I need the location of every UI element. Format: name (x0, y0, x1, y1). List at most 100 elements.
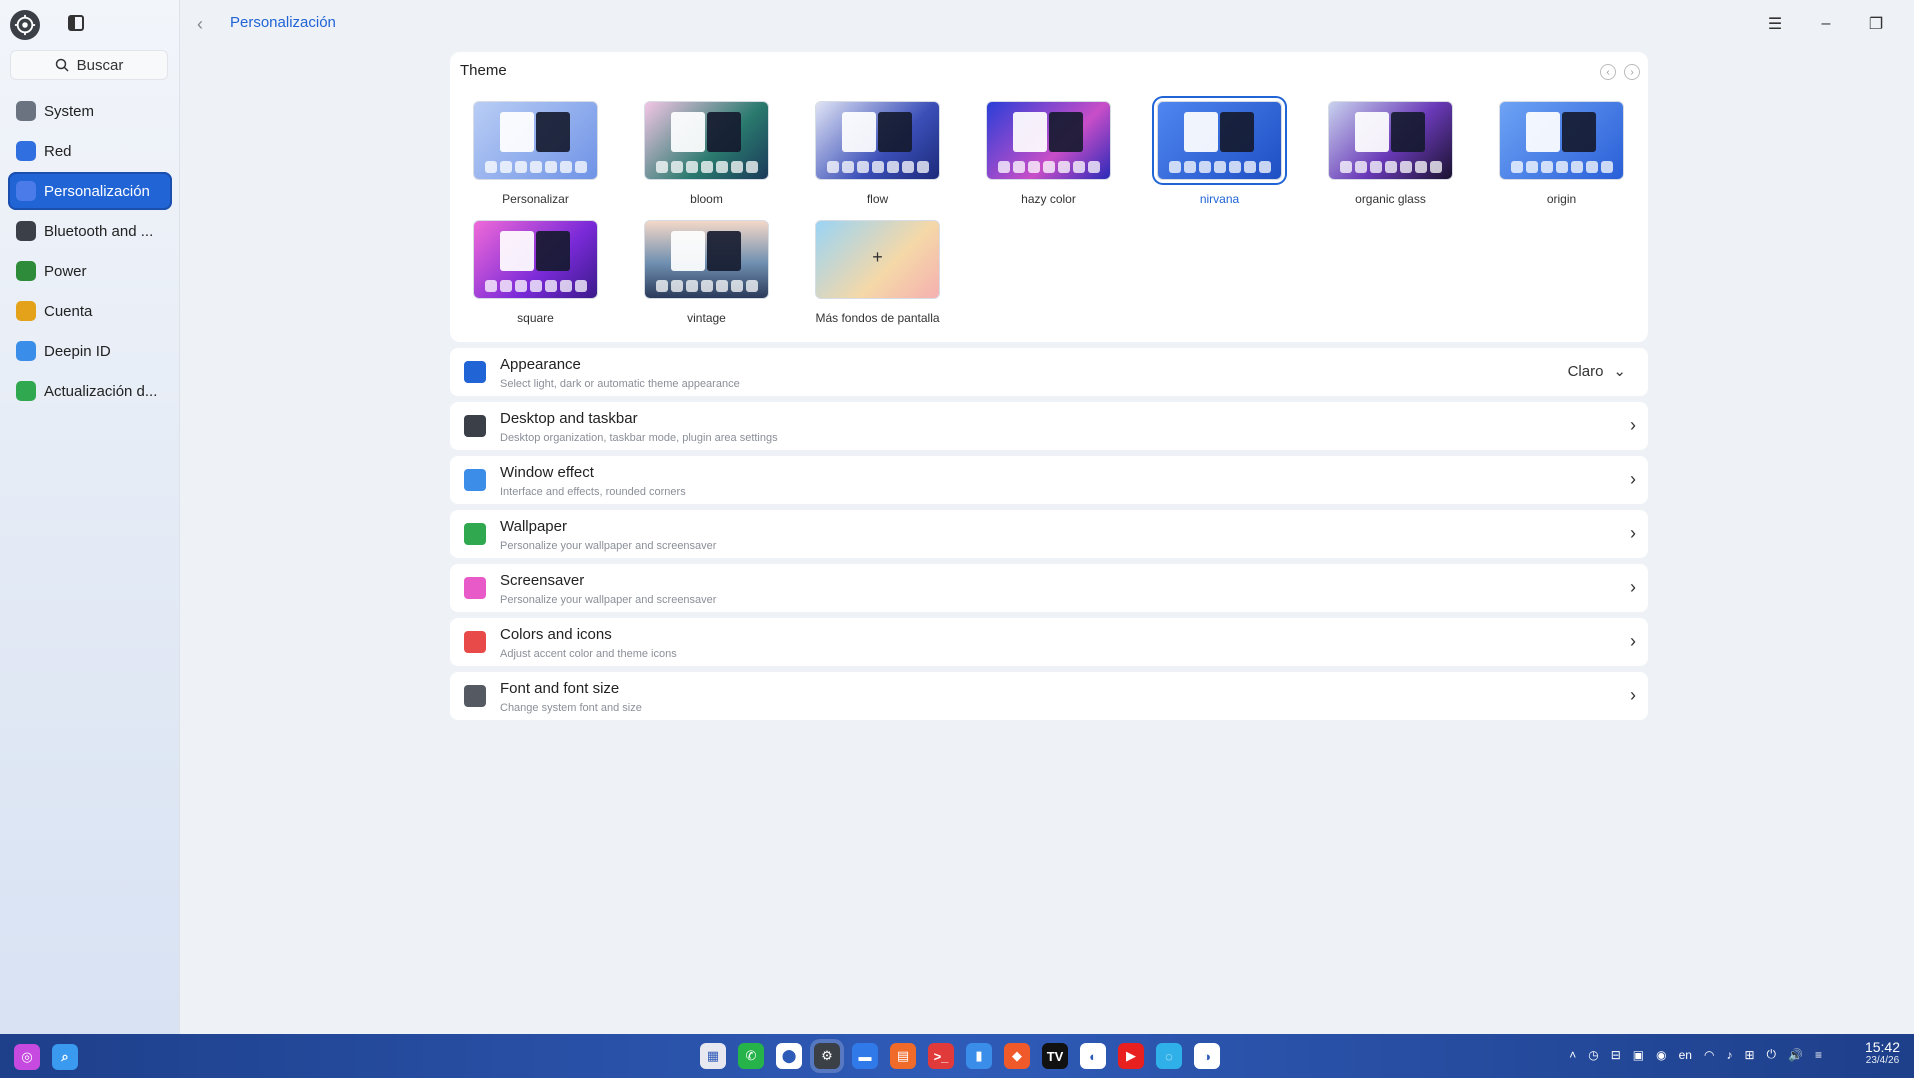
theme-thumbnail[interactable] (1157, 101, 1282, 180)
preview-dock (482, 161, 589, 175)
browser-icon[interactable]: ◐ (1080, 1043, 1106, 1069)
browser2-icon[interactable]: ◑ (1194, 1043, 1220, 1069)
setting-row-font[interactable]: Font and font size Change system font and… (450, 672, 1648, 720)
clock-time: 15:42 (1864, 1039, 1900, 1055)
files-icon[interactable]: ▬ (852, 1043, 878, 1069)
theme-item-4[interactable]: nirvana (1157, 101, 1282, 206)
chevron-right-icon: › (1630, 415, 1636, 435)
setting-subtitle: Adjust accent color and theme icons (500, 648, 677, 660)
youtube-icon[interactable]: ▶ (1118, 1043, 1144, 1069)
sidebar-toggle-icon[interactable] (68, 15, 84, 31)
preview-window (1220, 112, 1254, 152)
theme-item-2[interactable]: flow (815, 101, 940, 206)
sidebar-item-2[interactable]: Personalización (8, 172, 172, 210)
preview-dock (482, 280, 589, 294)
preview-window (536, 231, 570, 271)
whatsapp-icon[interactable]: ✆ (738, 1043, 764, 1069)
next-page-icon[interactable]: › (1624, 64, 1640, 80)
search-app-icon[interactable]: ⌕ (52, 1044, 78, 1070)
tray-item-3[interactable]: ▣ (1633, 1048, 1644, 1062)
brave-icon[interactable]: ◆ (1004, 1043, 1030, 1069)
tray-item-1[interactable]: ◷ (1588, 1048, 1598, 1062)
sidebar-item-label: Actualización d... (44, 382, 158, 400)
clock[interactable]: 15:42 23/4/26 (1865, 1039, 1900, 1066)
theme-thumbnail[interactable] (1499, 101, 1624, 180)
tray-item-0[interactable]: ˄ (1569, 1048, 1576, 1062)
preview-window (1184, 112, 1218, 152)
preview-window (536, 112, 570, 152)
editor-icon[interactable]: ▮ (966, 1043, 992, 1069)
setting-row-appearance[interactable]: Appearance Select light, dark or automati… (450, 348, 1648, 396)
sidebar-item-5[interactable]: Cuenta (8, 292, 172, 330)
theme-label: organic glass (1355, 192, 1426, 206)
preview-window (1049, 112, 1083, 152)
setting-title: Window effect (500, 464, 594, 481)
preview-window (842, 112, 876, 152)
sidebar-item-7[interactable]: Actualización d... (8, 372, 172, 410)
sidebar-item-3[interactable]: Bluetooth and ... (8, 212, 172, 250)
prev-page-icon[interactable]: ‹ (1600, 64, 1616, 80)
setting-row-colors[interactable]: Colors and icons Adjust accent color and … (450, 618, 1648, 666)
setting-row-window[interactable]: Window effect Interface and effects, roun… (450, 456, 1648, 504)
theme-item-9[interactable]: + Más fondos de pantalla (815, 220, 940, 325)
menu-icon[interactable]: ☰ (1763, 12, 1787, 36)
theme-item-6[interactable]: origin (1499, 101, 1624, 206)
tray-item-8[interactable]: ⊞ (1744, 1048, 1754, 1062)
theme-item-5[interactable]: organic glass (1328, 101, 1453, 206)
tray-item-5[interactable]: en (1679, 1048, 1692, 1062)
setting-subtitle: Personalize your wallpaper and screensav… (500, 540, 717, 552)
tray-item-6[interactable]: ◠ (1704, 1048, 1714, 1062)
restore-icon[interactable]: ❐ (1864, 12, 1888, 36)
theme-thumbnail[interactable] (473, 220, 598, 299)
tradingview-icon[interactable]: TV (1042, 1043, 1068, 1069)
colors-icon (464, 631, 486, 653)
app-grid-icon[interactable]: ▦ (700, 1043, 726, 1069)
theme-item-7[interactable]: square (473, 220, 598, 325)
sidebar-item-1[interactable]: Red (8, 132, 172, 170)
theme-thumbnail[interactable] (1328, 101, 1453, 180)
sidebar-item-4[interactable]: Power (8, 252, 172, 290)
theme-thumbnail[interactable] (473, 101, 598, 180)
store-icon[interactable]: ▤ (890, 1043, 916, 1069)
back-icon[interactable]: ‹ (197, 14, 203, 35)
terminal-icon[interactable]: >_ (928, 1043, 954, 1069)
chevron-right-icon: › (1630, 577, 1636, 597)
theme-thumbnail[interactable]: + (815, 220, 940, 299)
setting-row-wallpaper[interactable]: Wallpaper Personalize your wallpaper and … (450, 510, 1648, 558)
tray-item-11[interactable]: ≡ (1815, 1048, 1822, 1062)
tray-item-9[interactable]: ⏻ (1767, 1047, 1777, 1062)
appearance-dropdown[interactable]: Claro ⌄ (1568, 362, 1626, 381)
theme-item-8[interactable]: vintage (644, 220, 769, 325)
theme-item-0[interactable]: Personalizar (473, 101, 598, 206)
taskbar-left: ◎ ⌕ (14, 1044, 78, 1070)
settings-logo-icon (10, 10, 40, 40)
theme-thumbnail[interactable] (815, 101, 940, 180)
chevron-right-icon: › (1630, 469, 1636, 489)
tray-item-4[interactable]: ◉ (1656, 1048, 1666, 1062)
sidebar-item-6[interactable]: Deepin ID (8, 332, 172, 370)
tray-item-10[interactable]: 🔊 (1788, 1048, 1803, 1062)
theme-thumbnail[interactable] (644, 220, 769, 299)
page-title: Personalización (230, 14, 336, 31)
setting-row-screensaver[interactable]: Screensaver Personalize your wallpaper an… (450, 564, 1648, 612)
system-icon (16, 101, 36, 121)
setting-title: Font and font size (500, 680, 620, 697)
settings-app-icon[interactable]: ⚙ (814, 1043, 840, 1069)
maps-icon[interactable]: ⬤ (776, 1043, 802, 1069)
preview-window (500, 112, 534, 152)
search-input[interactable]: Buscar (10, 50, 168, 80)
minimize-icon[interactable]: – (1814, 12, 1838, 36)
tray-item-2[interactable]: ⊟ (1611, 1048, 1621, 1062)
theme-item-1[interactable]: bloom (644, 101, 769, 206)
tray-item-7[interactable]: ♪ (1726, 1048, 1732, 1062)
preview-dock (824, 161, 931, 175)
theme-item-3[interactable]: hazy color (986, 101, 1111, 206)
setting-row-taskbar[interactable]: Desktop and taskbar Desktop organization,… (450, 402, 1648, 450)
theme-thumbnail[interactable] (644, 101, 769, 180)
user-icon (16, 301, 36, 321)
sidebar-item-0[interactable]: System (8, 92, 172, 130)
setting-subtitle: Change system font and size (500, 702, 642, 714)
launcher-icon[interactable]: ◎ (14, 1044, 40, 1070)
deepin-icon[interactable]: ◌ (1156, 1043, 1182, 1069)
theme-thumbnail[interactable] (986, 101, 1111, 180)
